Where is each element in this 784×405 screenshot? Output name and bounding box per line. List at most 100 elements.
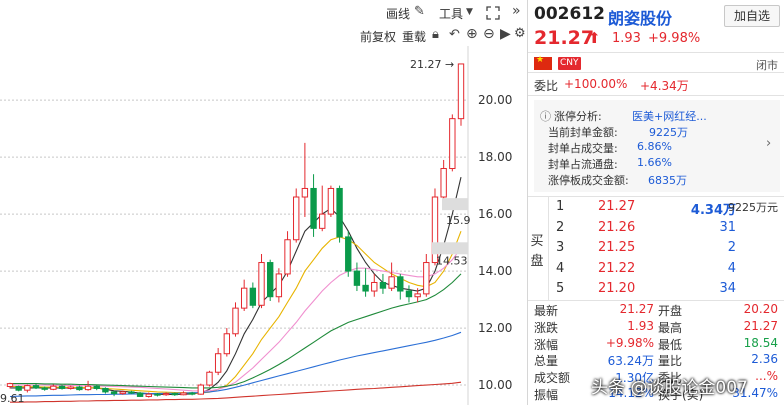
candle-body[interactable]	[327, 187, 335, 215]
chevron-down-icon[interactable]: ▼	[466, 5, 473, 19]
bid-price: 21.22	[598, 260, 636, 276]
candle-body[interactable]	[284, 239, 291, 275]
fullscreen-icon[interactable]	[486, 6, 500, 20]
candle-body[interactable]	[76, 386, 83, 391]
candle-body[interactable]	[275, 273, 283, 298]
candle-body[interactable]	[188, 392, 196, 395]
stock-code: 002612	[534, 4, 605, 24]
stat-label: 涨幅	[534, 337, 559, 352]
candle-body[interactable]	[136, 392, 144, 397]
candle-body[interactable]	[32, 385, 40, 389]
candle-body[interactable]	[67, 386, 74, 389]
candle-body[interactable]	[58, 385, 66, 389]
currency-badge: CNY	[558, 57, 581, 70]
zoom-in-icon[interactable]: ⊕	[466, 27, 478, 41]
overlay-button[interactable]: 重载	[402, 28, 426, 45]
candle-body[interactable]	[267, 262, 274, 298]
candle-body[interactable]	[457, 63, 465, 120]
bid-price: 21.27	[598, 199, 636, 214]
concept-link[interactable]: 医美+网红经...	[632, 108, 707, 124]
stock-name[interactable]: 朗姿股份	[608, 5, 672, 29]
stat-label: 最新	[534, 304, 559, 318]
candle-body[interactable]	[171, 393, 178, 396]
candle-body[interactable]	[310, 187, 317, 229]
add-watchlist-button[interactable]: 加自选	[724, 5, 780, 27]
candle-body[interactable]	[180, 392, 187, 396]
y-tick-label: 10.00	[478, 378, 512, 392]
play-icon[interactable]: ▶	[500, 27, 511, 41]
bid-level: 4	[556, 260, 565, 276]
candle-body[interactable]	[15, 385, 22, 391]
candle-body[interactable]	[405, 290, 413, 298]
candlestick-plot[interactable]: 20.00 18.00 16.00 14.00 12.00 10.00 21.27 → 15.…	[0, 46, 527, 405]
candle-body[interactable]	[110, 391, 118, 395]
collapse-panel-icon[interactable]: »	[512, 4, 521, 18]
stat-value: 21.27	[619, 302, 654, 316]
kline-chart-panel[interactable]: 画线 ✎ 工具 ▼ » 前复权 重载 🔒︎ ↶ ⊕ ⊖ ▶ ⚙ 20.00 18.…	[0, 0, 527, 405]
gear-icon[interactable]: ⚙	[514, 27, 526, 41]
candle-body[interactable]	[258, 262, 265, 306]
candle-body[interactable]	[414, 293, 421, 298]
candle-body[interactable]	[214, 353, 222, 373]
bid-row[interactable]: 4 21.22 4	[556, 261, 780, 283]
candle-body[interactable]	[119, 391, 126, 395]
candle-body[interactable]	[249, 287, 257, 306]
pre-adjust-button[interactable]: 前复权	[360, 28, 396, 45]
sealed-amount-value: 9225万	[649, 126, 688, 139]
zoom-out-icon[interactable]: ⊖	[483, 27, 495, 41]
candle-body[interactable]	[293, 196, 300, 241]
bid-row[interactable]: 1 21.27 4.34万 9225万元	[556, 199, 780, 221]
candle-body[interactable]	[93, 385, 100, 389]
pencil-icon[interactable]: ✎	[414, 5, 425, 19]
tools-button[interactable]: 工具	[439, 5, 463, 22]
stat-value: +9.98%	[605, 335, 654, 350]
undo-icon[interactable]: ↶	[449, 28, 460, 42]
candle-body[interactable]	[41, 387, 48, 390]
lock-icon[interactable]: 🔒︎	[432, 28, 439, 42]
bid-volume: 2	[727, 240, 736, 255]
candle-body[interactable]	[24, 385, 31, 391]
candle-body[interactable]	[440, 168, 447, 198]
bid-row[interactable]: 2 21.26 31	[556, 220, 780, 242]
candle-body[interactable]	[301, 187, 309, 198]
chevron-right-icon[interactable]: ›	[766, 136, 771, 151]
stat-label: 振幅	[534, 388, 559, 402]
candle-body[interactable]	[423, 262, 430, 295]
candle-body[interactable]	[336, 187, 343, 238]
candle-body[interactable]	[397, 276, 404, 292]
candle-body[interactable]	[232, 307, 239, 335]
candle-body[interactable]	[162, 393, 170, 396]
stat-value: 1.93	[627, 318, 654, 333]
stat-label: 成交额	[534, 371, 571, 386]
candle-body[interactable]	[102, 387, 109, 393]
candle-body[interactable]	[223, 333, 231, 355]
candle-body[interactable]	[240, 287, 248, 309]
candle-body[interactable]	[353, 270, 361, 286]
candle-body[interactable]	[206, 371, 213, 386]
candle-body[interactable]	[84, 385, 92, 391]
ma-value-box	[432, 242, 468, 255]
candle-body[interactable]	[145, 393, 152, 397]
candle-body[interactable]	[379, 281, 387, 289]
candle-body[interactable]	[371, 281, 378, 292]
candle-body[interactable]	[362, 284, 369, 292]
seal-volume-ratio-value: 6.86%	[637, 140, 672, 153]
bid-volume: 34	[719, 281, 736, 296]
draw-line-button[interactable]: 画线	[386, 5, 410, 22]
bid-row[interactable]: 3 21.25 2	[556, 240, 780, 262]
stat-label: 涨跌	[534, 320, 559, 335]
candle-body[interactable]	[449, 118, 456, 170]
divider	[528, 300, 784, 301]
candle-body[interactable]	[128, 391, 135, 394]
candle-body[interactable]	[345, 236, 352, 272]
bid-side-label: 买盘	[530, 234, 544, 269]
candle-body[interactable]	[388, 276, 395, 289]
candle-body[interactable]	[154, 393, 161, 396]
candle-body[interactable]	[6, 383, 14, 387]
divider	[528, 196, 784, 197]
candle-body[interactable]	[197, 384, 204, 395]
candle-body[interactable]	[50, 385, 57, 390]
ma-value-label: 14.53	[436, 254, 468, 267]
arrow-up-icon: ⬆	[588, 29, 601, 47]
candle-body[interactable]	[319, 213, 326, 229]
